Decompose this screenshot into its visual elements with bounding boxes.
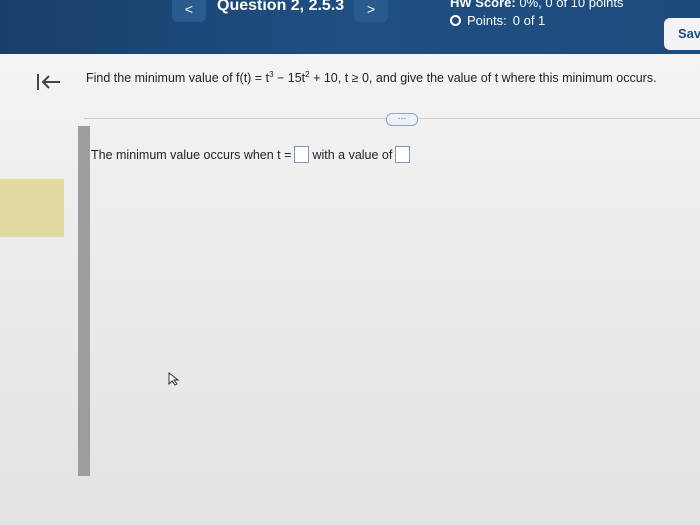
answer-row: The minimum value occurs when t = with a… xyxy=(91,146,413,163)
question-part-1: Find the minimum value of f(t) = t xyxy=(86,71,270,86)
min-value-input[interactable] xyxy=(395,146,411,163)
question-part-3: + 10, t ≥ 0, and give the value of t whe… xyxy=(309,71,657,86)
circle-icon xyxy=(450,15,461,26)
question-title: Question 2, 2.5.3 xyxy=(217,0,345,14)
next-question-button[interactable]: > xyxy=(354,0,388,22)
points-label: Points: xyxy=(467,13,507,28)
scrollbar[interactable] xyxy=(78,126,90,476)
hw-score-label: HW Score: xyxy=(450,0,516,10)
points-value: 0 of 1 xyxy=(512,13,546,28)
side-highlight xyxy=(0,179,64,237)
mouse-cursor-icon xyxy=(168,372,180,386)
header-bar: < Question 2, 2.5.3 > HW Score: 0%, 0 of… xyxy=(0,0,700,54)
points-status: Points: 0 of 1 xyxy=(450,13,545,28)
more-options-button[interactable]: ⋯ xyxy=(386,113,418,126)
answer-middle: with a value of xyxy=(312,147,393,162)
question-text: Find the minimum value of f(t) = t3 − 15… xyxy=(86,70,657,85)
question-part-2: − 15t xyxy=(273,71,306,86)
answer-prefix: The minimum value occurs when t = xyxy=(91,147,292,162)
hw-score-value: 0%, 0 of 10 points xyxy=(519,0,624,10)
t-value-input[interactable] xyxy=(294,146,310,163)
question-content: Find the minimum value of f(t) = t3 − 15… xyxy=(0,54,700,525)
hw-score: HW Score: 0%, 0 of 10 points xyxy=(450,0,623,10)
save-button[interactable]: Sav xyxy=(664,18,700,50)
back-arrow-icon[interactable] xyxy=(34,70,62,94)
previous-question-button[interactable]: < xyxy=(172,0,206,22)
